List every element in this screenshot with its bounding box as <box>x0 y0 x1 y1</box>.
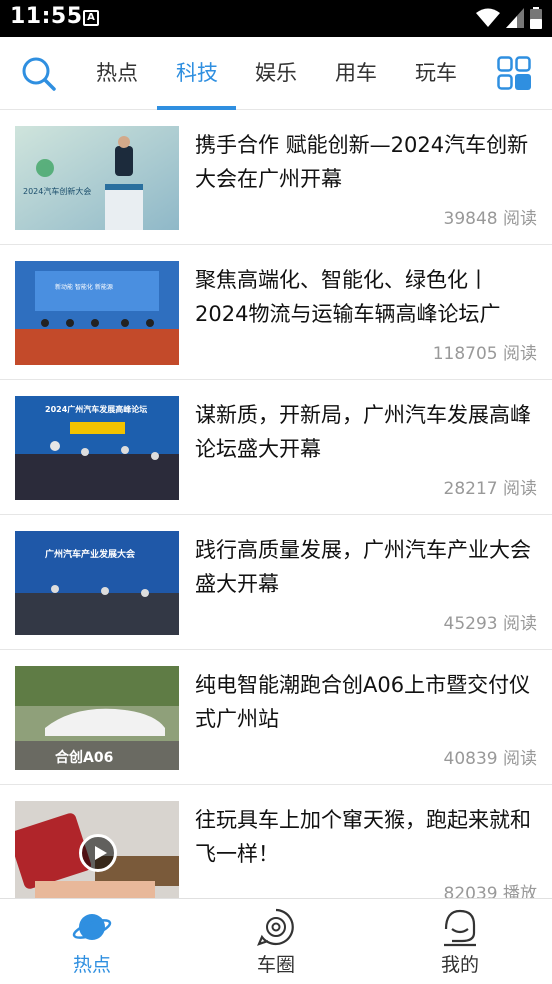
notification-icon: A <box>83 10 99 26</box>
bottom-tab-label: 车圈 <box>256 954 295 976</box>
planet-icon <box>72 914 112 940</box>
news-thumbnail: 2024广州汽车发展高峰论坛 <box>15 396 179 500</box>
read-count: 118705 阅读 <box>432 344 537 364</box>
news-title: 往玩具车上加个窜天猴，跑起来就和飞一样！ <box>195 808 531 866</box>
spiral-chat-icon <box>257 908 294 946</box>
news-thumbnail: 合创A06 <box>15 666 179 770</box>
news-title: 聚焦高端化、智能化、绿色化丨2024物流与运输车辆高峰论坛广 <box>195 268 501 326</box>
news-thumbnail: 2024汽车创新大会 <box>15 126 179 230</box>
thumb-caption: 2024汽车创新大会 <box>23 186 91 196</box>
top-nav: 热点 科技 娱乐 用车 玩车 <box>0 37 552 110</box>
read-count: 45293 阅读 <box>443 614 537 634</box>
signal-icon <box>506 8 524 28</box>
thumb-caption: 广州汽车产业发展大会 <box>45 548 136 560</box>
battery-icon <box>530 7 542 29</box>
thumb-caption: 合创A06 <box>55 749 113 766</box>
news-item-video[interactable]: 往玩具车上加个窜天猴，跑起来就和飞一样！ 82039 播放 <box>0 785 552 898</box>
profile-icon <box>444 909 476 947</box>
bottom-tab-label: 热点 <box>72 954 111 976</box>
read-count: 28217 阅读 <box>443 479 537 499</box>
play-icon[interactable] <box>79 834 117 872</box>
thumb-caption: 新动能 智能化 新能源 <box>55 283 113 291</box>
news-item[interactable]: 广州汽车产业发展大会 践行高质量发展，广州汽车产业大会盛大开幕 45293 阅读 <box>0 515 552 650</box>
news-item[interactable]: 2024广州汽车发展高峰论坛 谋新质，开新局，广州汽车发展高峰论坛盛大开幕 28… <box>0 380 552 515</box>
news-thumbnail: 广州汽车产业发展大会 <box>15 531 179 635</box>
status-time: 11:55 <box>10 4 83 29</box>
bottom-tab-circle[interactable]: 车圈 <box>184 899 368 984</box>
bottom-tab-hot[interactable]: 热点 <box>0 899 184 984</box>
bottom-tab-mine[interactable]: 我的 <box>368 899 552 984</box>
news-item[interactable]: 合创A06 纯电智能潮跑合创A06上市暨交付仪式广州站 40839 阅读 <box>0 650 552 785</box>
read-count: 40839 阅读 <box>443 749 537 769</box>
search-icon[interactable] <box>20 55 58 93</box>
news-title: 纯电智能潮跑合创A06上市暨交付仪式广州站 <box>195 673 531 731</box>
news-thumbnail <box>15 801 179 898</box>
tab-tech[interactable]: 科技 <box>176 57 218 90</box>
tab-hot[interactable]: 热点 <box>96 57 138 90</box>
tab-car-play[interactable]: 玩车 <box>415 57 457 90</box>
news-feed[interactable]: 2024汽车创新大会 携手合作 赋能创新—2024汽车创新大会在广州开幕 398… <box>0 110 552 898</box>
tab-car-use[interactable]: 用车 <box>335 57 377 90</box>
play-count: 82039 播放 <box>443 884 537 898</box>
status-bar: 11:55 A <box>0 0 552 37</box>
read-count: 39848 阅读 <box>443 209 537 229</box>
bottom-tab-label: 我的 <box>440 954 479 976</box>
category-grid-icon[interactable] <box>497 56 531 90</box>
thumb-caption: 2024广州汽车发展高峰论坛 <box>45 404 147 414</box>
wifi-icon <box>476 8 500 27</box>
news-thumbnail: 新动能 智能化 新能源 <box>15 261 179 365</box>
news-item[interactable]: 2024汽车创新大会 携手合作 赋能创新—2024汽车创新大会在广州开幕 398… <box>0 110 552 245</box>
news-title: 谋新质，开新局，广州汽车发展高峰论坛盛大开幕 <box>195 403 531 461</box>
status-icons <box>476 7 542 29</box>
bottom-nav: 热点 车圈 我的 <box>0 898 552 983</box>
tab-entertainment[interactable]: 娱乐 <box>255 57 297 90</box>
news-title: 践行高质量发展，广州汽车产业大会盛大开幕 <box>195 538 531 596</box>
news-title: 携手合作 赋能创新—2024汽车创新大会在广州开幕 <box>195 133 529 191</box>
news-item[interactable]: 新动能 智能化 新能源 聚焦高端化、智能化、绿色化丨2024物流与运输车辆高峰论… <box>0 245 552 380</box>
